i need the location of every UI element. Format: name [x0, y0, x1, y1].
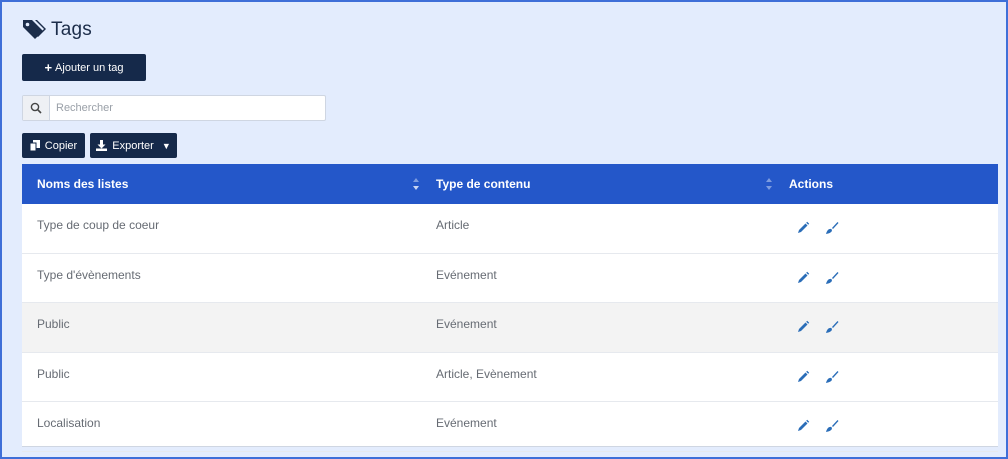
cell-type: Article: [436, 218, 470, 232]
cell-type: Evénement: [436, 317, 497, 331]
brush-icon[interactable]: [825, 370, 839, 384]
table-row: Localisation Evénement: [22, 402, 998, 452]
column-header-actions: Actions: [789, 177, 834, 191]
table-row: Type d'évènements Evénement: [22, 254, 998, 303]
sort-icon[interactable]: [412, 177, 420, 191]
cell-type: Evénement: [436, 416, 497, 430]
tags-table: Noms des listes Type de contenu Actions …: [22, 164, 998, 452]
page-header: Tags: [22, 18, 92, 42]
plus-icon: +: [44, 60, 53, 75]
table-row: Public Evénement: [22, 303, 998, 353]
brush-icon[interactable]: [825, 221, 839, 235]
cell-name: Type d'évènements: [37, 267, 141, 282]
table-row: Public Article, Evènement: [22, 353, 998, 402]
cell-name: Localisation: [37, 416, 101, 430]
cell-type: Article, Evènement: [436, 366, 537, 381]
brush-icon[interactable]: [825, 271, 839, 285]
table-row: Type de coup de coeur Article: [22, 204, 998, 254]
export-label: Exporter: [112, 139, 154, 152]
pencil-icon[interactable]: [796, 320, 810, 334]
caret-down-icon: ▼: [161, 140, 171, 151]
add-tag-label: Ajouter un tag: [55, 61, 124, 74]
pencil-icon[interactable]: [796, 370, 810, 384]
copy-label: Copier: [44, 139, 78, 152]
brush-icon[interactable]: [825, 320, 839, 334]
pencil-icon[interactable]: [796, 419, 810, 433]
column-header-type[interactable]: Type de contenu: [436, 164, 530, 204]
download-icon: [96, 140, 108, 151]
table-header: Noms des listes Type de contenu Actions: [22, 164, 998, 204]
cell-name: Public: [37, 317, 70, 331]
cell-type: Evénement: [436, 267, 497, 282]
pencil-icon[interactable]: [796, 221, 810, 235]
cell-name: Type de coup de coeur: [37, 218, 160, 232]
copy-button[interactable]: Copier: [22, 133, 85, 158]
search-input[interactable]: [50, 96, 325, 120]
pencil-icon[interactable]: [796, 271, 810, 285]
column-header-name[interactable]: Noms des listes: [37, 164, 128, 204]
export-button[interactable]: Exporter ▼: [90, 133, 177, 158]
page-container: Tags + Ajouter un tag Copier: [0, 0, 1008, 459]
page-title: Tags: [51, 19, 92, 40]
copy-icon: [29, 140, 40, 151]
search-box: [22, 95, 326, 121]
search-icon: [23, 96, 50, 120]
brush-icon[interactable]: [825, 419, 839, 433]
sort-icon[interactable]: [765, 177, 773, 191]
tags-icon: [23, 20, 46, 39]
cell-name: Public: [37, 366, 70, 381]
add-tag-button[interactable]: + Ajouter un tag: [22, 54, 146, 81]
